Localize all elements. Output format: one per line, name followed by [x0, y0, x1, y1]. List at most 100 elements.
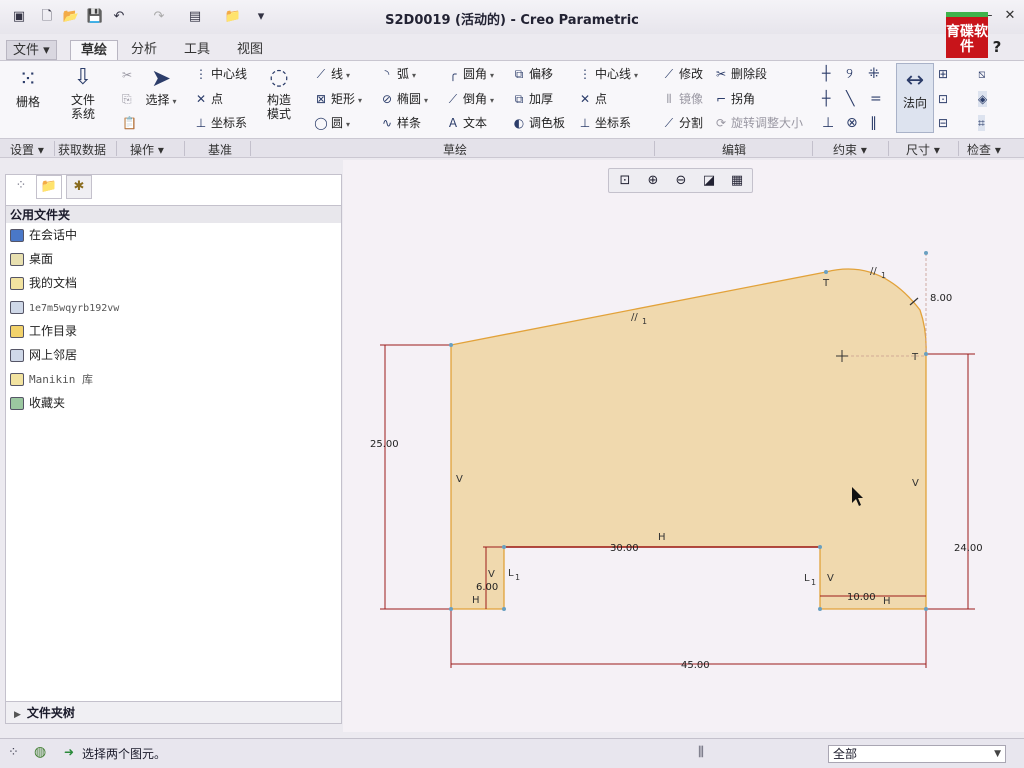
file-system-button[interactable]: ⇩ 文件 系统 — [64, 65, 102, 121]
mirror-button[interactable]: ⫴ 镜像 — [662, 91, 703, 107]
datum-point-button[interactable]: ✕ 点 — [194, 91, 223, 107]
model-tree-tab-icon[interactable]: ⁘ — [8, 175, 34, 199]
repaint-icon[interactable]: ◪ — [699, 172, 719, 190]
dimension-reference-icon[interactable]: ⊡ — [938, 91, 948, 107]
group-operations[interactable]: 操作 ▾ — [130, 141, 164, 158]
dim-height-left[interactable]: 25.00 — [370, 439, 399, 450]
tab-view[interactable]: 视图 — [237, 40, 263, 60]
arc-button[interactable]: ◝ 弧 ▾ — [380, 66, 416, 84]
sketch-profile[interactable] — [450, 268, 927, 610]
dimension-baseline-icon[interactable]: ⊞ — [938, 66, 948, 82]
group-inspect[interactable]: 检查 ▾ — [967, 141, 1001, 158]
modify-button[interactable]: ⟋ 修改 — [662, 66, 703, 82]
datum-coord-button[interactable]: ⊥ 坐标系 — [194, 115, 247, 131]
folder-item-desktop[interactable]: 桌面 — [10, 249, 53, 269]
spline-button[interactable]: ∿ 样条 — [380, 115, 421, 131]
sketch-drawing[interactable]: 25.00 8.00 24.00 30.00 6.00 10.00 45.00 … — [343, 160, 1024, 732]
constraint-perpendicular-right: L — [804, 573, 810, 584]
text-button[interactable]: A 文本 — [446, 115, 487, 131]
sketch-centerline-button[interactable]: ⋮ 中心线 ▾ — [578, 66, 638, 84]
horizontal-constraint-icon[interactable]: ┼ — [822, 91, 830, 107]
sketch-canvas[interactable]: 25.00 8.00 24.00 30.00 6.00 10.00 45.00 … — [343, 160, 1024, 732]
paste-icon[interactable]: 📋 — [122, 115, 137, 131]
construction-label-2: 模式 — [266, 107, 291, 121]
selection-filter-icon[interactable]: ⫼ — [698, 745, 704, 760]
text-icon: A — [448, 116, 458, 130]
constraint-vertical-left: V — [456, 474, 463, 485]
datum-centerline-button[interactable]: ⋮ 中心线 — [194, 66, 247, 82]
dim-total-width[interactable]: 45.00 — [681, 660, 710, 671]
ellipse-button[interactable]: ⊘ 椭圆 ▾ — [380, 91, 428, 109]
inspect-overlap-icon[interactable]: ⧅ — [978, 66, 986, 82]
rectangle-button[interactable]: ⊠ 矩形 ▾ — [314, 91, 362, 109]
favorites-tab-icon[interactable]: ✱ — [66, 175, 92, 199]
refit-icon[interactable]: ⊡ — [615, 172, 635, 190]
tangent-constraint-icon[interactable]: ୨ — [846, 66, 853, 82]
construction-mode-button[interactable]: ◌ 构造 模式 — [262, 65, 296, 121]
chamfer-button[interactable]: ⟋ 倒角 ▾ — [446, 91, 494, 109]
perpendicular-constraint-icon[interactable]: ⊥ — [822, 115, 834, 131]
palette-button[interactable]: ◐ 调色板 — [512, 115, 565, 131]
sketch-coord-button[interactable]: ⊥ 坐标系 — [578, 115, 631, 131]
ribbon-group-labels: 设置 ▾ 获取数据 操作 ▾ 基准 草绘 编辑 约束 ▾ 尺寸 ▾ 检查 ▾ — [0, 138, 1024, 158]
zoom-in-icon[interactable]: ⊕ — [643, 172, 663, 190]
circle-icon: ◯ — [314, 116, 328, 130]
delete-segment-button[interactable]: ✂ 删除段 — [714, 66, 767, 82]
folder-item-in-session[interactable]: 在会话中 — [10, 225, 77, 245]
group-dimension[interactable]: 尺寸 ▾ — [906, 141, 940, 158]
navigator-toggle-icon[interactable]: ⁘ — [8, 745, 19, 760]
normal-dimension-button[interactable]: ↔ 法向 — [896, 63, 934, 133]
tab-sketch[interactable]: 草绘 — [70, 40, 119, 60]
sketch-point-button[interactable]: ✕ 点 — [578, 91, 607, 107]
select-button[interactable]: ➤ 选择 ▾ — [144, 65, 178, 109]
zoom-out-icon[interactable]: ⊖ — [671, 172, 691, 190]
point-icon: ✕ — [195, 92, 207, 106]
circle-button[interactable]: ◯ 圆 ▾ — [314, 115, 350, 133]
tab-file[interactable]: 文件 ▾ — [6, 40, 57, 60]
line-button[interactable]: ⟋ 线 ▾ — [314, 66, 350, 84]
folder-item-manikin[interactable]: Manikin 库 — [10, 369, 93, 389]
copy-icon[interactable]: ⎘ — [122, 91, 132, 107]
dim-slot-depth[interactable]: 6.00 — [476, 582, 498, 593]
symmetric-constraint-icon[interactable]: ⁜ — [868, 66, 880, 82]
midpoint-constraint-icon[interactable]: ╲ — [846, 91, 854, 107]
folder-label: 桌面 — [29, 252, 54, 266]
dim-height-right[interactable]: 24.00 — [954, 543, 983, 554]
constraint-horizontal-left: H — [472, 595, 480, 606]
fillet-button[interactable]: ╭ 圆角 ▾ — [446, 66, 494, 84]
folder-tree-toggle[interactable]: ▶ 文件夹树 — [6, 701, 341, 723]
inspect-highlight-icon[interactable]: ◈ — [978, 91, 988, 107]
dimension-ordinate-icon[interactable]: ⊟ — [938, 115, 948, 131]
group-settings[interactable]: 设置 ▾ — [10, 141, 44, 158]
folder-item-computer[interactable]: 1e7m5wqyrb192vw — [10, 297, 119, 317]
folder-item-network[interactable]: 网上邻居 — [10, 345, 77, 365]
coincident-constraint-icon[interactable]: ⊗ — [846, 115, 858, 131]
group-separator — [184, 141, 185, 156]
folder-item-working-dir[interactable]: 工作目录 — [10, 321, 77, 341]
vertical-constraint-icon[interactable]: ┼ — [822, 66, 830, 82]
cut-icon[interactable]: ✂ — [122, 67, 132, 83]
parallel-constraint-icon[interactable]: ∥ — [870, 115, 877, 131]
folder-item-favorites[interactable]: 收藏夹 — [10, 393, 65, 413]
close-icon[interactable]: ✕ — [1002, 8, 1018, 24]
browser-toggle-icon[interactable]: ◍ — [34, 744, 46, 760]
display-style-icon[interactable]: ▦ — [727, 172, 747, 190]
thicken-button[interactable]: ⧉ 加厚 — [512, 91, 553, 107]
divide-button[interactable]: ⟋ 分割 — [662, 115, 703, 131]
grid-button[interactable]: ⁙ 栅格 — [10, 67, 46, 109]
equal-constraint-icon[interactable]: = — [870, 91, 882, 107]
inspect-shade-icon[interactable]: ⌗ — [978, 115, 985, 131]
folder-item-my-documents[interactable]: 我的文档 — [10, 273, 77, 293]
dim-radius[interactable]: 8.00 — [930, 293, 952, 304]
group-constrain[interactable]: 约束 ▾ — [833, 141, 867, 158]
normal-dimension-icon: ↔ — [905, 68, 925, 93]
folder-browser-tab-icon[interactable]: 📁 — [36, 175, 62, 199]
corner-button[interactable]: ⌐ 拐角 — [714, 91, 755, 107]
offset-button[interactable]: ⧉ 偏移 — [512, 66, 553, 82]
rotate-resize-button[interactable]: ⟳ 旋转调整大小 — [714, 115, 803, 131]
tab-analysis[interactable]: 分析 — [131, 40, 157, 60]
selection-filter-dropdown[interactable]: 全部 ▼ — [828, 745, 1006, 763]
dim-slot-width[interactable]: 30.00 — [610, 543, 639, 554]
tab-tools[interactable]: 工具 — [184, 40, 210, 60]
dim-foot-width[interactable]: 10.00 — [847, 592, 876, 603]
